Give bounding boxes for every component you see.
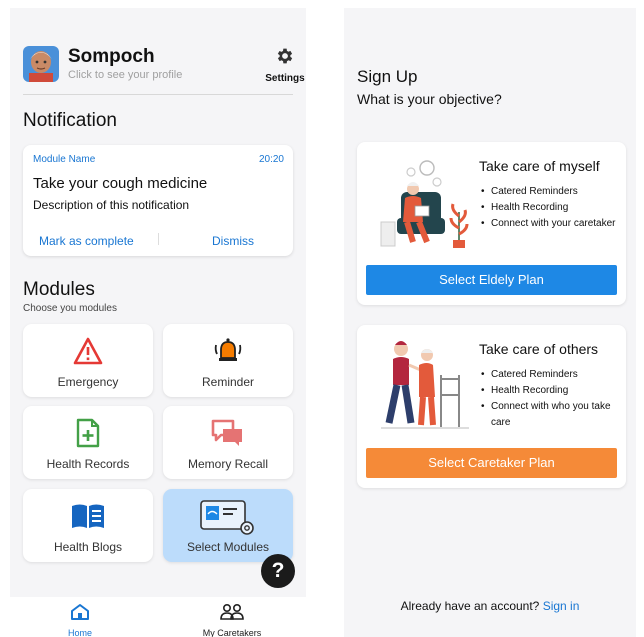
signin-row: Already have an account? Sign in <box>344 599 636 613</box>
notification-title: Take your cough medicine <box>33 175 208 192</box>
profile-header[interactable]: Sompoch Click to see your profile Settin… <box>23 46 305 96</box>
module-label: Health Records <box>46 457 130 471</box>
signin-link[interactable]: Sign in <box>543 599 580 613</box>
signin-prompt: Already have an account? <box>400 599 540 613</box>
profile-name: Sompoch <box>68 46 155 67</box>
module-health-records[interactable]: Health Records <box>23 406 153 479</box>
signup-screen: Sign Up What is your objective? Take car… <box>344 8 636 637</box>
module-label: Reminder <box>201 375 255 389</box>
divider <box>23 94 293 95</box>
modules-heading: Modules <box>23 279 95 300</box>
help-button[interactable]: ? <box>261 554 295 588</box>
nav-home[interactable]: Home <box>30 603 130 637</box>
notification-time: 20:20 <box>258 154 284 165</box>
plan-feature: Connect with your caretaker <box>479 216 621 232</box>
caretaker-walker-illustration <box>381 341 469 429</box>
settings-button[interactable]: Settings <box>265 46 305 84</box>
gear-icon <box>277 48 293 64</box>
nav-home-label: Home <box>67 628 92 637</box>
plan-title: Take care of myself <box>479 158 600 174</box>
home-icon <box>71 604 89 620</box>
chat-bubbles-icon <box>211 419 242 446</box>
module-select-modules[interactable]: Select Modules <box>163 489 293 562</box>
home-screen: Sompoch Click to see your profile Settin… <box>10 8 306 637</box>
select-caretaker-plan-button[interactable]: Select Caretaker Plan <box>366 448 617 478</box>
add-document-icon <box>76 418 100 448</box>
modules-subtitle: Choose you modules <box>23 303 117 314</box>
module-label: Select Modules <box>186 540 270 554</box>
avatar[interactable] <box>23 46 59 82</box>
bottom-navbar: Home My Caretakers <box>10 597 306 637</box>
settings-label: Settings <box>265 73 305 84</box>
module-label: Memory Recall <box>187 457 268 471</box>
button-separator <box>158 233 159 245</box>
module-label: Health Blogs <box>53 540 123 554</box>
notification-description: Description of this notification <box>33 198 190 212</box>
elderly-reading-illustration <box>380 160 469 248</box>
notification-heading: Notification <box>23 110 117 131</box>
plan-feature: Health Recording <box>479 200 621 216</box>
people-icon <box>220 603 244 620</box>
module-label: Emergency <box>57 375 119 389</box>
module-reminder[interactable]: Reminder <box>163 324 293 397</box>
notification-module-name: Module Name <box>33 154 96 165</box>
mark-complete-button[interactable]: Mark as complete <box>39 234 134 248</box>
signup-title: Sign Up <box>357 67 418 86</box>
module-memory-recall[interactable]: Memory Recall <box>163 406 293 479</box>
alarm-bell-icon <box>214 338 242 361</box>
plan-feature: Health Recording <box>479 383 621 399</box>
plan-feature: Catered Reminders <box>479 184 621 200</box>
dismiss-button[interactable]: Dismiss <box>212 234 254 248</box>
plan-feature: Connect with who you take care <box>479 399 621 431</box>
open-book-icon <box>72 504 104 528</box>
module-settings-icon <box>200 500 254 535</box>
module-health-blogs[interactable]: Health Blogs <box>23 489 153 562</box>
plan-title: Take care of others <box>479 341 599 357</box>
elderly-plan-card: Take care of myself Catered Reminders He… <box>357 142 626 305</box>
plan-features: Catered Reminders Health Recording Conne… <box>479 367 621 431</box>
notification-card[interactable]: Module Name 20:20 Take your cough medici… <box>23 145 293 256</box>
caretaker-plan-card: Take care of others Catered Reminders He… <box>357 325 626 488</box>
signup-subtitle: What is your objective? <box>357 91 502 107</box>
profile-subtitle: Click to see your profile <box>68 69 183 81</box>
warning-triangle-icon <box>73 337 103 365</box>
plan-features: Catered Reminders Health Recording Conne… <box>479 184 621 232</box>
nav-my-caretakers-label: My Caretakers <box>202 628 262 637</box>
select-eldely-plan-button[interactable]: Select Eldely Plan <box>366 265 617 295</box>
plan-feature: Catered Reminders <box>479 367 621 383</box>
module-emergency[interactable]: Emergency <box>23 324 153 397</box>
nav-my-caretakers[interactable]: My Caretakers <box>182 603 282 637</box>
